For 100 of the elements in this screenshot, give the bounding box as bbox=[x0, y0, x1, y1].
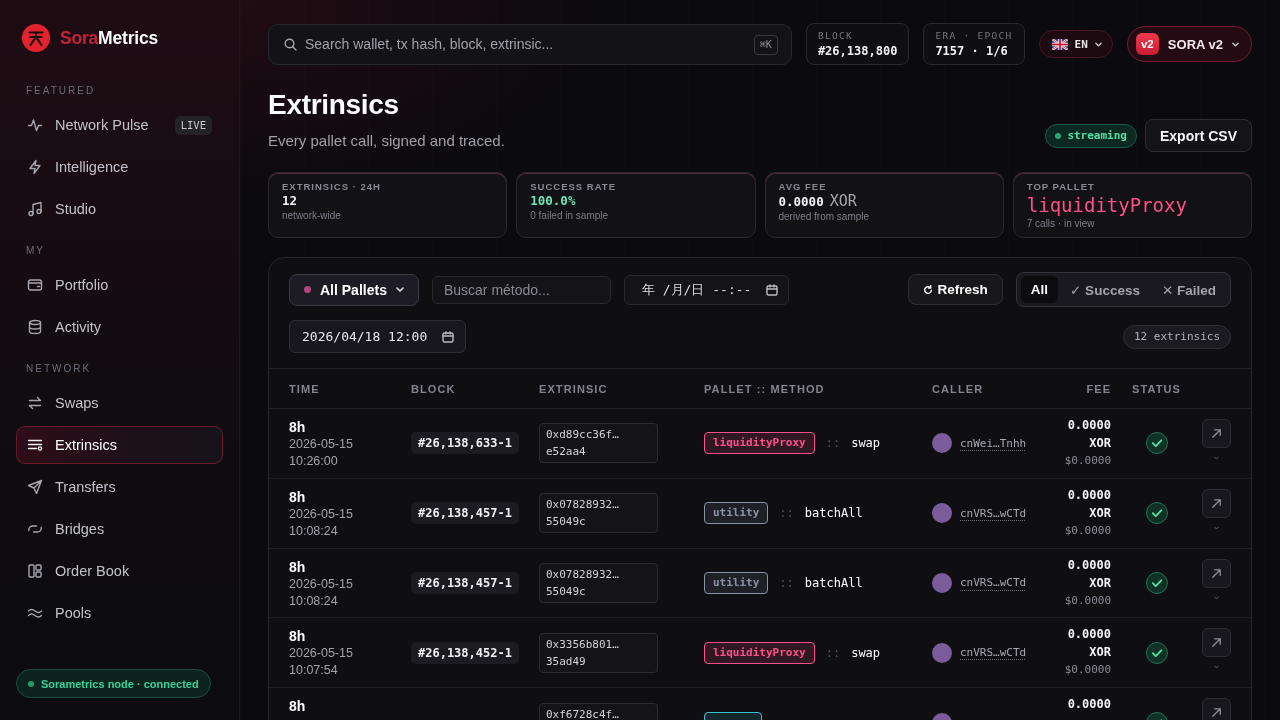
caller-link[interactable]: cnVRS…wCTd bbox=[960, 646, 1027, 660]
caller-link[interactable]: cnWei…Tnhh bbox=[960, 436, 1027, 450]
lightning-icon bbox=[27, 159, 43, 175]
card-note: 7 calls · in view bbox=[1026, 217, 1095, 231]
extrinsic-hash[interactable]: 0x3356b801…35ad49 bbox=[539, 632, 658, 673]
fee-amount: 0.0000 bbox=[1067, 696, 1111, 714]
extrinsic-hash[interactable]: 0xf6728c4f… bbox=[539, 702, 658, 720]
nav-item[interactable]: Pools bbox=[16, 594, 223, 632]
method-separator: :: bbox=[825, 645, 841, 660]
avatar-icon bbox=[932, 433, 952, 454]
open-button[interactable] bbox=[1202, 558, 1231, 588]
method-name: swap bbox=[851, 645, 881, 660]
music-note-icon bbox=[27, 201, 43, 217]
fee-amount: 0.0000 XOR bbox=[1066, 556, 1111, 592]
fee-usd: $0.0000 bbox=[1064, 592, 1111, 609]
block-link[interactable]: #26,138,457-1 bbox=[411, 502, 519, 525]
nav-item[interactable]: Studio bbox=[16, 190, 223, 228]
block-link[interactable]: #26,138,633-1 bbox=[411, 432, 519, 455]
section-heading: NETWORK bbox=[25, 362, 92, 376]
method-search-field[interactable]: Buscar método... bbox=[431, 275, 611, 304]
column-header: PALLET :: METHOD bbox=[704, 382, 825, 395]
age-text: 8h bbox=[289, 419, 306, 436]
nav-item[interactable]: Order Book bbox=[16, 552, 223, 590]
arrow-icon bbox=[1210, 706, 1223, 720]
avatar-icon bbox=[932, 573, 952, 593]
dot-icon bbox=[304, 286, 311, 293]
nav-item[interactable]: Portfolio bbox=[16, 266, 223, 304]
extrinsic-hash[interactable]: 0x07828932…55049c bbox=[539, 493, 658, 534]
block-link[interactable]: #26,138,457-1 bbox=[411, 572, 519, 594]
timestamp-text: 2026-05-15 10:08:24 bbox=[289, 505, 354, 540]
card-value: 0.0000 bbox=[778, 194, 824, 210]
filter-tab[interactable]: All bbox=[1020, 276, 1059, 303]
caller-link[interactable]: cnVRS…wCTd bbox=[960, 576, 1027, 590]
refresh-button[interactable]: Refresh bbox=[907, 274, 1003, 305]
caret-icon[interactable] bbox=[1214, 456, 1219, 460]
nav-item[interactable]: Intelligence bbox=[16, 148, 223, 186]
extrinsic-hash[interactable]: 0x07828932…55049c bbox=[539, 563, 658, 603]
card-note: network-wide bbox=[282, 209, 341, 223]
open-button[interactable] bbox=[1202, 628, 1231, 658]
pallet-tag: liquidityProxy bbox=[704, 641, 815, 664]
pallet-tag: liquidityProxy bbox=[704, 432, 815, 455]
wallet-icon bbox=[27, 277, 43, 293]
nav-item[interactable]: Activity bbox=[16, 308, 223, 346]
nav-item[interactable]: Extrinsics bbox=[16, 426, 223, 464]
chip-value: 7157 · 1/6 bbox=[935, 43, 1009, 59]
column-header: TIME bbox=[289, 382, 320, 395]
open-button[interactable] bbox=[1202, 698, 1231, 720]
method-separator: :: bbox=[779, 506, 794, 521]
column-header: STATUS bbox=[1132, 382, 1181, 395]
network-button[interactable]: v2 SORA v2 bbox=[1126, 26, 1252, 62]
caret-icon[interactable] bbox=[1214, 525, 1219, 530]
pallet-dropdown[interactable]: All Pallets bbox=[289, 273, 419, 306]
flag-icon bbox=[1051, 38, 1068, 50]
section-heading: FEATURED bbox=[25, 84, 96, 98]
date-field[interactable]: 2026/04/18 12:00 bbox=[289, 320, 466, 353]
date-field[interactable]: 年 /月/日 --:-- bbox=[623, 274, 789, 305]
database-icon bbox=[27, 319, 43, 335]
status-dot-icon bbox=[28, 680, 34, 687]
language-button[interactable]: EN bbox=[1038, 30, 1113, 58]
streaming-text: streaming bbox=[1067, 129, 1127, 142]
export-button[interactable]: Export CSV bbox=[1145, 119, 1252, 152]
extrinsic-hash[interactable]: 0xd89cc36f…e52aa4 bbox=[539, 423, 658, 464]
nav-item[interactable]: Transfers bbox=[16, 468, 223, 506]
method-separator: :: bbox=[779, 576, 794, 590]
filter-tab[interactable]: ✕ Failed bbox=[1151, 276, 1226, 303]
layout-grid-icon bbox=[27, 563, 43, 579]
fee-amount: 0.0000 XOR bbox=[1066, 626, 1111, 662]
fee-usd: $0.0000 bbox=[1064, 522, 1111, 539]
open-button[interactable] bbox=[1202, 419, 1231, 448]
pallet-tag: utility bbox=[704, 572, 769, 594]
refresh-icon bbox=[922, 284, 933, 295]
page-subtitle: Every pallet call, signed and traced. bbox=[268, 131, 505, 151]
age-text: 8h bbox=[289, 558, 306, 576]
caret-icon[interactable] bbox=[1214, 595, 1219, 600]
timestamp-text: 2026-05-15 10:08:24 bbox=[289, 575, 354, 610]
card-value: 12 bbox=[282, 193, 298, 209]
caret-icon[interactable] bbox=[1214, 665, 1219, 670]
fee-amount: 0.0000 XOR bbox=[1066, 486, 1111, 522]
open-button[interactable] bbox=[1202, 488, 1231, 518]
avatar-icon bbox=[932, 642, 952, 663]
card-note: derived from sample bbox=[778, 210, 870, 224]
arrow-icon bbox=[1210, 636, 1223, 650]
filter-tab[interactable]: ✓ Success bbox=[1060, 276, 1150, 303]
column-header: EXTRINSIC bbox=[539, 382, 608, 395]
block-link[interactable]: #26,138,452-1 bbox=[411, 641, 519, 664]
nav-item[interactable]: Network Pulse bbox=[16, 106, 175, 144]
arrow-icon bbox=[1210, 496, 1223, 510]
chip-label: ERA · EPOCH bbox=[935, 29, 1013, 42]
nav-item[interactable]: Bridges bbox=[16, 510, 223, 548]
nav-item[interactable]: Swaps bbox=[16, 384, 223, 422]
caller-link[interactable]: cnVRS…wCTd bbox=[960, 506, 1027, 520]
shortcut-key: ⌘K bbox=[753, 34, 778, 55]
method-separator: :: bbox=[825, 436, 841, 451]
search-icon bbox=[284, 37, 297, 51]
logo-icon bbox=[22, 24, 50, 52]
swap-arrows-icon bbox=[27, 395, 43, 411]
method-name: swap bbox=[851, 436, 881, 451]
section-heading: MY bbox=[25, 244, 45, 258]
brand-name: SoraMetrics bbox=[60, 27, 158, 49]
calendar-icon bbox=[442, 330, 454, 343]
